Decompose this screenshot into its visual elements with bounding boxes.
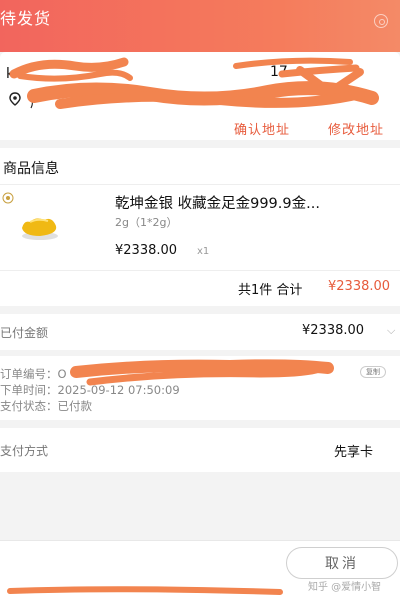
confirm-address-button[interactable]: 确认地址 bbox=[234, 119, 290, 138]
order-info-card: 订单编号：O 下单时间：2025-09-12 07:50:09 支付状态：已付款… bbox=[0, 356, 400, 420]
product-qty: x1 bbox=[197, 246, 210, 257]
edit-address-button[interactable]: 修改地址 bbox=[328, 119, 384, 138]
product-price: ¥2338.00 bbox=[115, 243, 178, 258]
address-text: 广 bbox=[30, 96, 44, 111]
paid-amount-label: 已付金额 bbox=[0, 326, 49, 340]
product-spec: 2g（1*2g） bbox=[115, 216, 178, 229]
pay-method-row: 支付方式 先享卡 bbox=[0, 428, 400, 472]
location-pin-icon bbox=[9, 92, 21, 106]
product-name[interactable]: 乾坤金银 收藏金足金999.9金... bbox=[115, 192, 320, 213]
product-image[interactable] bbox=[0, 192, 72, 256]
chevron-down-icon[interactable]: ⌵ bbox=[387, 324, 395, 338]
paid-amount-row[interactable]: 已付金额 ¥2338.00 ⌵ bbox=[0, 314, 400, 350]
order-number: 订单编号：O bbox=[0, 367, 67, 381]
paid-amount-value: ¥2338.00 bbox=[302, 323, 365, 338]
help-icon[interactable] bbox=[374, 14, 388, 28]
payment-status: 支付状态：已付款 bbox=[0, 399, 92, 413]
page-title: 待发货 bbox=[0, 9, 52, 28]
total-value: ¥2338.00 bbox=[328, 279, 391, 294]
cancel-button[interactable]: 取消 bbox=[286, 547, 398, 579]
order-time: 下单时间：2025-09-12 07:50:09 bbox=[0, 383, 180, 397]
goods-section-title: 商品信息 bbox=[3, 161, 59, 177]
recipient-name: k bbox=[6, 66, 15, 82]
redaction-scribble bbox=[9, 57, 379, 109]
page-header: 待发货 bbox=[0, 0, 400, 52]
divider bbox=[0, 270, 400, 271]
total-label: 共1件 合计 bbox=[238, 283, 303, 298]
recipient-phone: 17 bbox=[270, 64, 288, 80]
goods-card: 商品信息 乾坤金银 收藏金足金999.9金... 2g（1*2g） ¥2338.… bbox=[0, 148, 400, 306]
watermark: 知乎 @爱情小智 bbox=[308, 582, 382, 593]
pay-method-value: 先享卡 bbox=[334, 445, 374, 460]
address-card: k 17 广 确认地址 修改地址 bbox=[0, 52, 400, 140]
divider bbox=[0, 184, 400, 185]
pay-method-label: 支付方式 bbox=[0, 444, 49, 458]
copy-button[interactable]: 复制 bbox=[360, 366, 386, 378]
